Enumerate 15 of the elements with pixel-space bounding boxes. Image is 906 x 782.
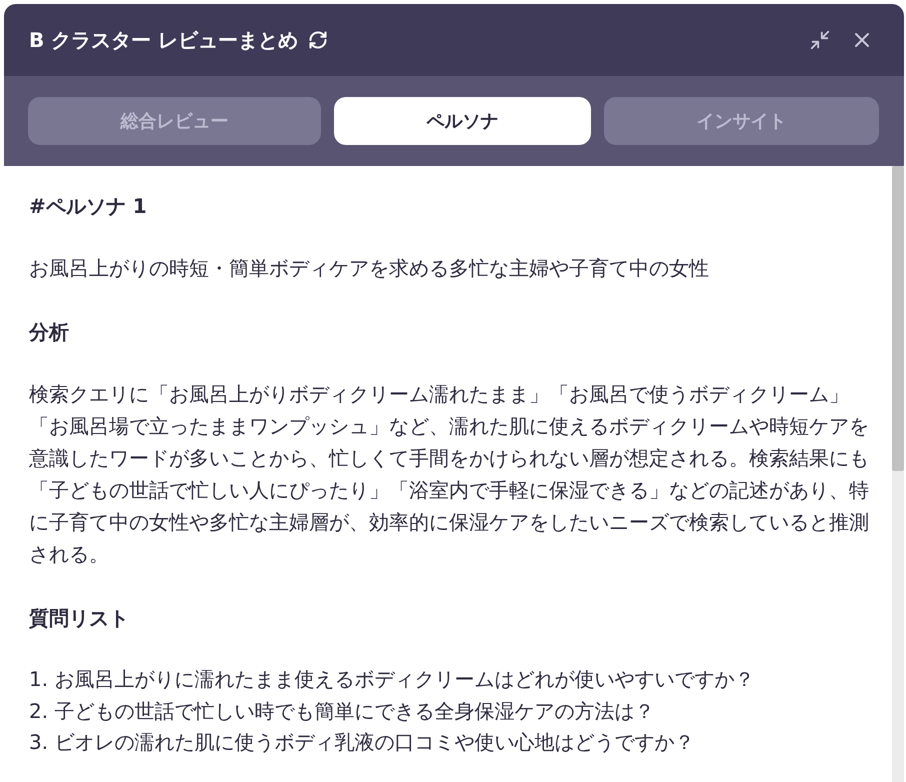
tab[interactable]: インサイト <box>604 97 879 145</box>
tab[interactable]: ペルソナ <box>334 97 591 145</box>
tab[interactable]: 総合レビュー <box>28 97 321 145</box>
question-item: 2. 子どもの世話で忙しい時でも簡単にできる全身保湿ケアの方法は？ <box>29 698 654 724</box>
section-heading: #ペルソナ 1 <box>29 193 147 220</box>
window-title: B クラスター レビューまとめ <box>29 27 298 54</box>
question-item: 1. お風呂上がりに濡れたまま使えるボディクリームはどれが使いやすいですか？ <box>29 666 754 693</box>
section-heading: 質問リスト <box>29 605 129 632</box>
body-paragraph: お風呂上がりの時短・簡単ボディケアを求める多忙な主婦や子育て中の女性 <box>29 255 710 282</box>
minimize-icon[interactable] <box>809 29 831 51</box>
scrollbar-thumb[interactable] <box>892 166 904 471</box>
refresh-icon[interactable] <box>308 30 328 50</box>
section-heading: 分析 <box>29 319 69 346</box>
question-item: 3. ビオレの濡れた肌に使うボディ乳液の口コミや使い心地はどうですか？ <box>29 729 694 756</box>
body-paragraph: 検索クエリに「お風呂上がりボディクリーム濡れたまま」「お風呂で使うボディクリーム」「お風呂場で立ったままワンプッシュ」など、濡れた肌に使えるボディクリームや時短ケアを意識したワードが多いことから、忙しくて手間をかけられない層が想定される。検索結果にも「子どもの世話で忙しい人にぴったり」「浴室内で手軽に保湿できる」などの記述があり、特に子育て中の女性や多忙な主婦層が、効率的に保湿ケアをしたいニーズで検索していると推測される。 <box>29 381 870 568</box>
